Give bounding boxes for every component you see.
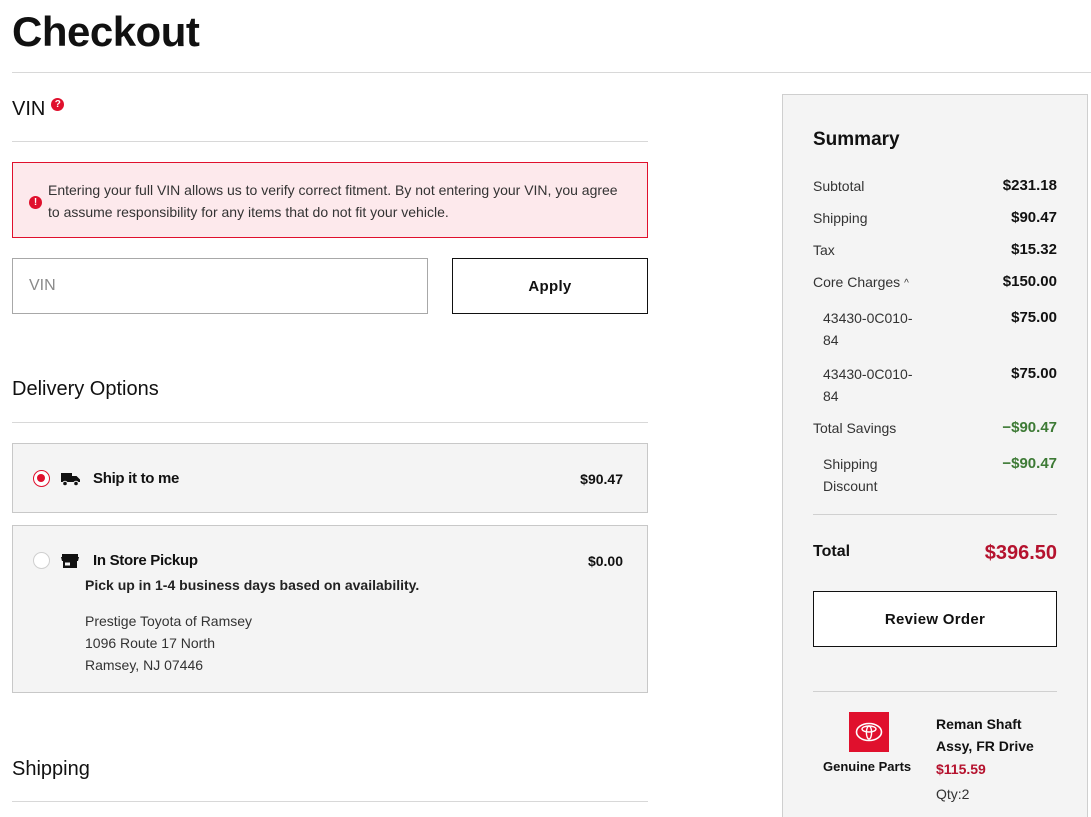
summary-item-divider	[813, 691, 1057, 692]
tax-label: Tax	[813, 242, 835, 258]
core-charges-toggle[interactable]: Core Charges ^	[813, 271, 909, 296]
store-name: Prestige Toyota of Ramsey	[85, 613, 253, 629]
core-charges-value: $150.00	[1002, 273, 1057, 290]
toyota-logo-icon	[849, 712, 889, 752]
total-value: $396.50	[984, 542, 1057, 564]
vin-heading: VIN ?	[12, 98, 65, 121]
total-label: Total	[813, 543, 851, 560]
ship-option-price: $90.47	[580, 471, 623, 487]
store-address-line2: Ramsey, NJ 07446	[85, 657, 204, 673]
delivery-options-heading: Delivery Options	[12, 378, 159, 400]
pickup-option-price: $0.00	[587, 553, 623, 569]
vin-divider	[12, 141, 648, 142]
vin-warning-alert: ! Entering your full VIN allows us to ve…	[12, 162, 648, 238]
chevron-up-icon: ^	[904, 278, 909, 289]
vin-input[interactable]	[12, 258, 428, 314]
delivery-option-ship[interactable]: Ship it to me $90.47	[12, 443, 648, 513]
core-item-part: 43430-0C010-84	[823, 310, 913, 348]
page-title: Checkout	[12, 8, 200, 55]
vin-heading-label: VIN	[12, 98, 46, 120]
ship-radio[interactable]	[33, 470, 50, 487]
core-item-part: 43430-0C010-84	[823, 366, 913, 404]
shipping-value: $90.47	[1011, 209, 1057, 226]
delivery-option-pickup[interactable]: In Store Pickup $0.00 Pick up in 1-4 bus…	[12, 525, 648, 693]
shipping-heading: Shipping	[12, 758, 90, 780]
delivery-divider	[12, 422, 648, 423]
question-icon[interactable]: ?	[51, 98, 65, 111]
subtotal-value: $231.18	[1002, 177, 1057, 194]
exclamation-icon: !	[29, 196, 42, 209]
core-item-amount: $75.00	[1011, 309, 1057, 326]
truck-icon	[61, 471, 81, 492]
title-divider	[12, 72, 1091, 73]
cart-item-price: $115.59	[936, 761, 986, 777]
summary-title: Summary	[813, 129, 900, 150]
total-savings-label: Total Savings	[813, 420, 897, 436]
cart-item-name[interactable]: Reman Shaft Assy, FR Drive	[936, 713, 1046, 757]
tax-value: $15.32	[1011, 241, 1057, 258]
shipping-discount-value: −$90.47	[1002, 455, 1057, 472]
pickup-option-label: In Store Pickup	[93, 552, 198, 569]
shipping-divider	[12, 801, 648, 802]
pickup-radio[interactable]	[33, 552, 50, 569]
core-item-amount: $75.00	[1011, 365, 1057, 382]
store-address-line1: 1096 Route 17 North	[85, 635, 215, 651]
shipping-discount-label: Shipping Discount	[823, 456, 878, 494]
total-savings-value: −$90.47	[1002, 419, 1057, 436]
summary-divider	[813, 514, 1057, 515]
ship-option-label: Ship it to me	[93, 470, 180, 487]
cart-item-qty: Qty:2	[936, 786, 970, 802]
store-address: Prestige Toyota of Ramsey 1096 Route 17 …	[85, 610, 252, 676]
review-order-button[interactable]: Review Order	[813, 591, 1057, 647]
subtotal-label: Subtotal	[813, 178, 865, 194]
shipping-label: Shipping	[813, 210, 868, 226]
core-charges-label: Core Charges	[813, 274, 901, 290]
pickup-availability-note: Pick up in 1-4 business days based on av…	[85, 577, 420, 593]
genuine-parts-label: Genuine Parts	[823, 759, 912, 774]
order-summary-panel: Summary Subtotal $231.18 Shipping $90.47…	[782, 94, 1088, 817]
vin-warning-text: Entering your full VIN allows us to veri…	[48, 182, 618, 220]
store-icon	[61, 553, 79, 574]
apply-button[interactable]: Apply	[452, 258, 648, 314]
